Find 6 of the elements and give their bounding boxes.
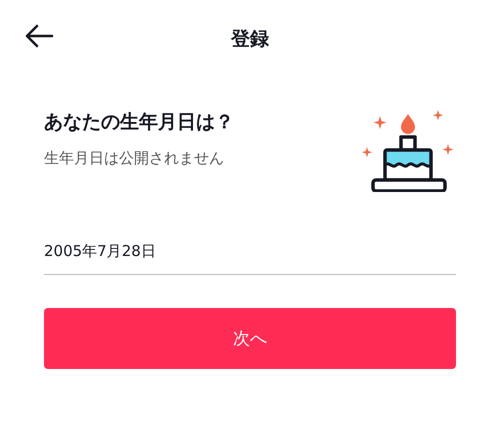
page-title: 登録 [231, 27, 269, 52]
question-subtitle: 生年月日は公開されません [44, 149, 225, 168]
next-button[interactable]: 次へ [44, 308, 456, 369]
back-button[interactable] [24, 24, 54, 48]
back-arrow-icon [24, 24, 54, 48]
question-title: あなたの生年月日は？ [44, 110, 234, 135]
